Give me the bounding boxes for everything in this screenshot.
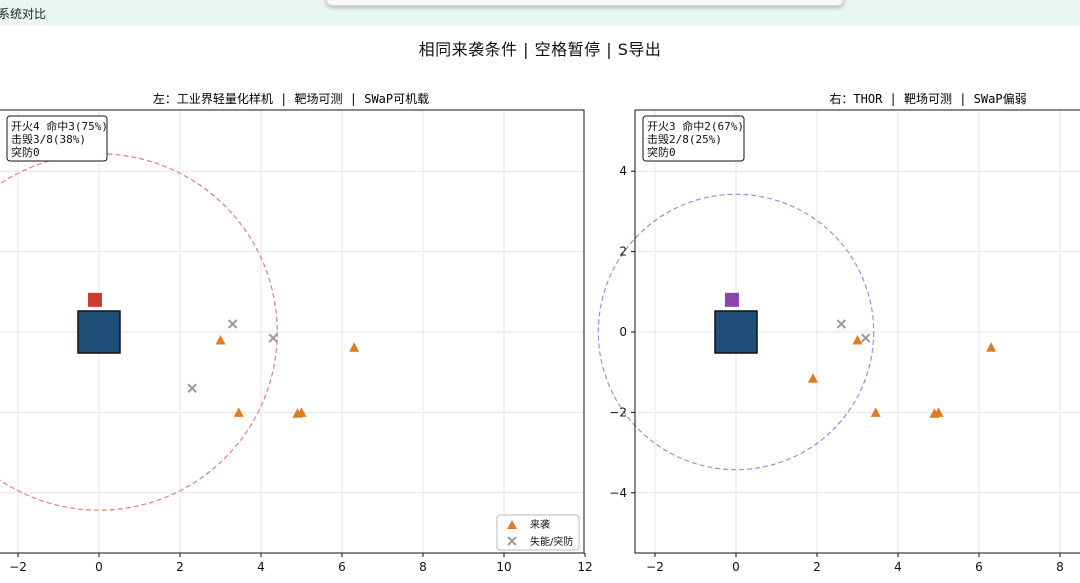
left-panel: 左：工业界轻量化样机 | 靶场可测 | SWaP可机载 −2 0 2 4 6 8 10 12 …: [0, 91, 593, 574]
left-x-tick-label: 6: [338, 560, 346, 574]
right-x-tick-label: 4: [894, 560, 902, 574]
left-x-tick-label: −2: [9, 560, 27, 574]
right-grid: [635, 110, 1080, 553]
right-threat-point: [807, 373, 818, 383]
right-x-tick-label: 8: [1056, 560, 1064, 574]
right-stats-line-1: 开火3 命中2(67%): [647, 119, 744, 133]
left-stats-line-2: 击毁3/8(38%): [11, 132, 86, 146]
right-y-tick-label: −2: [609, 405, 627, 419]
right-x-tick-label: 0: [732, 560, 740, 574]
right-neutralized-point: [860, 333, 871, 343]
left-chart-title: 左：工业界轻量化样机 | 靶场可测 | SWaP可机载: [153, 91, 429, 106]
left-neutralized-point: [268, 333, 278, 343]
right-stats-line-2: 击毁2/8(25%): [647, 132, 722, 146]
right-x-tick-label: −2: [646, 560, 664, 574]
right-y-tick-label: −4: [609, 486, 627, 500]
right-stats-line-3: 突防0: [647, 145, 676, 159]
right-sensor-marker: [724, 292, 739, 307]
right-y-tick-label: 4: [619, 164, 627, 178]
left-stats-line-3: 突防0: [11, 145, 40, 159]
right-platform-square: [714, 310, 758, 354]
right-neutralized-point: [836, 319, 847, 329]
left-neutralized-point: [227, 319, 238, 329]
left-platform-square: [77, 310, 121, 354]
right-threat-point: [986, 342, 997, 352]
left-x-ticks: −2 0 2 4 6 8 10 12: [9, 553, 593, 574]
left-threat-point: [349, 342, 360, 352]
right-y-tick-label: 0: [619, 325, 627, 339]
right-axis-ticks: −2 0 2 4 6 8 4 2 0 −2 −4: [609, 164, 1064, 574]
legend-neutralized-label: 失能/突防: [530, 535, 573, 548]
left-x-tick-label: 0: [95, 560, 103, 574]
left-x-tick-label: 8: [419, 560, 427, 574]
left-threat-point: [215, 335, 226, 345]
left-neutralized-point: [187, 383, 197, 393]
left-x-tick-label: 12: [577, 560, 592, 574]
legend-threat-label: 来袭: [530, 519, 550, 531]
right-chart-title: 右：THOR | 靶场可测 | SWaP偏弱: [829, 91, 1026, 106]
left-stats-line-1: 开火4 命中3(75%): [11, 119, 108, 133]
chart-canvas: 左：工业界轻量化样机 | 靶场可测 | SWaP可机载 −2 0 2 4 6 8 10 12 …: [0, 91, 1080, 574]
right-y-tick-label: 2: [619, 245, 627, 259]
left-x-tick-label: 4: [257, 560, 265, 574]
right-stats-box: 开火3 命中2(67%) 击毁2/8(25%) 突防0: [642, 115, 745, 162]
right-panel: 右：THOR | 靶场可测 | SWaP偏弱 −2 0 2 4 6 8 4 2 0 −2 −4 开火…: [597, 91, 1080, 574]
left-sensor-marker: [87, 292, 102, 307]
right-x-tick-label: 6: [975, 560, 983, 574]
left-x-tick-label: 10: [496, 560, 511, 574]
left-stats-box: 开火4 命中3(75%) 击毁3/8(38%) 突防0: [6, 115, 108, 162]
left-x-tick-label: 2: [176, 560, 184, 574]
right-x-tick-label: 2: [813, 560, 821, 574]
right-threat-point: [852, 335, 863, 345]
left-legend: 来袭 失能/突防: [496, 514, 580, 551]
